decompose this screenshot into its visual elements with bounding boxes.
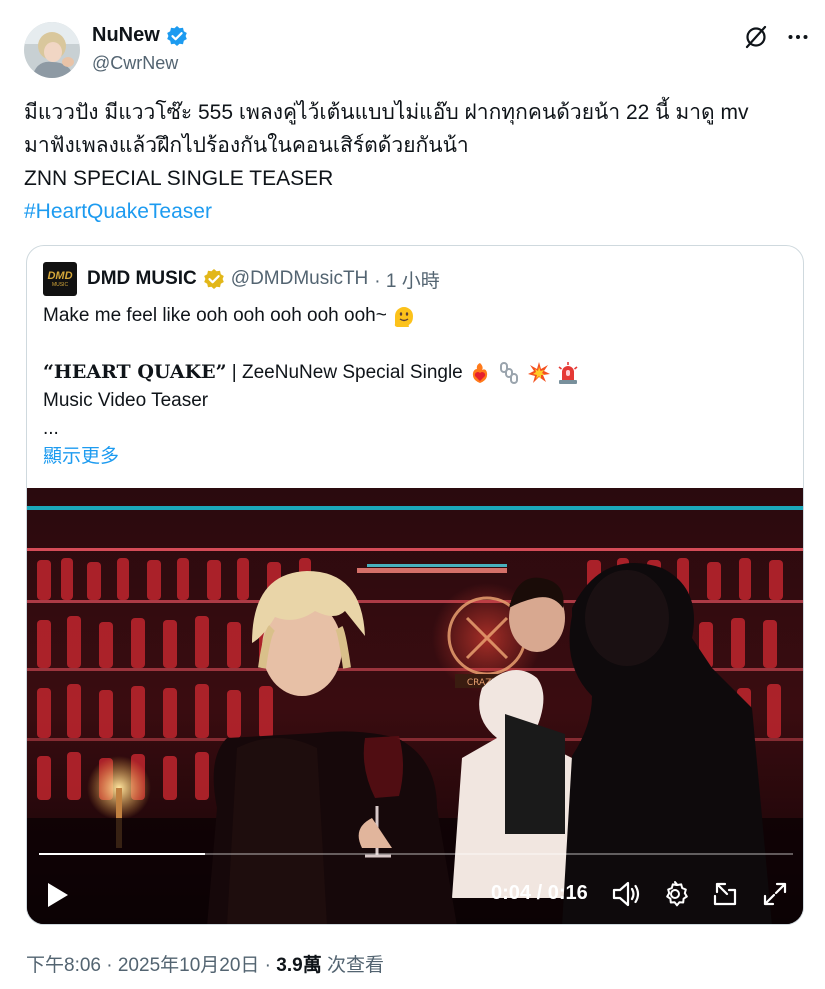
chains-emoji-icon	[500, 361, 519, 384]
tweet-text-line: ZNN SPECIAL SINGLE TEASER	[24, 167, 334, 190]
video-frame: CRAZY IN	[27, 488, 803, 924]
play-icon[interactable]	[45, 880, 71, 910]
tweet-text-line: มาฟังเพลงแล้วฝึกไปร้องกันในคอนเสิร์ตด้วย…	[24, 134, 469, 157]
police-light-emoji-icon	[558, 361, 578, 384]
quoted-author-handle[interactable]: @DMDMusicTH	[231, 268, 369, 290]
quoted-author-avatar[interactable]: DMD MUSIC	[43, 262, 77, 296]
tweet-footer: 下午8:06 · 2025年10月20日 · 3.9萬 次查看	[26, 955, 384, 976]
tweet-text: มีแววปัง มีแววโซ๊ะ 555 เพลงคู่ไว้เต้นแบบ…	[24, 96, 809, 228]
quoted-title: “HEART QUAKE”	[43, 361, 227, 383]
quoted-author-name[interactable]: DMD MUSIC	[87, 268, 197, 290]
collision-emoji-icon	[527, 361, 550, 383]
fullscreen-icon[interactable]	[761, 880, 789, 908]
quoted-tweet-body: Make me feel like ooh ooh ooh ooh ooh~ “…	[43, 302, 783, 471]
author-name-row[interactable]: NuNew	[92, 24, 188, 47]
video-progress-fill	[39, 853, 205, 855]
grok-icon[interactable]	[743, 24, 769, 50]
more-icon[interactable]	[787, 26, 809, 48]
quoted-text-line: Music Video Teaser	[43, 390, 209, 411]
header-actions	[743, 24, 809, 50]
view-count: 3.9萬	[276, 955, 322, 976]
video-time: 0:04 / 0:16	[491, 882, 588, 904]
view-label: 次查看	[321, 955, 384, 976]
quoted-tweet-card[interactable]: DMD MUSIC DMD MUSIC @DMDMusicTH · 1 小時 M…	[26, 245, 804, 925]
settings-gear-icon[interactable]	[661, 880, 689, 908]
author-name[interactable]: NuNew	[92, 24, 160, 47]
gold-verified-badge-icon	[203, 269, 224, 289]
video-progress-bar[interactable]	[39, 853, 793, 855]
picture-in-picture-icon[interactable]	[711, 880, 739, 908]
video-player[interactable]: CRAZY IN 0:04 / 0:16	[27, 488, 803, 924]
verified-badge-icon	[166, 25, 187, 46]
avatar[interactable]	[24, 22, 80, 78]
tweet-text-line: มีแววปัง มีแววโซ๊ะ 555 เพลงคู่ไว้เต้นแบบ…	[24, 101, 749, 124]
video-controls: 0:04 / 0:16	[27, 868, 803, 918]
volume-icon[interactable]	[611, 880, 641, 908]
tweet-header: NuNew @CwrNew	[24, 20, 809, 80]
quoted-ellipsis: ...	[43, 418, 59, 439]
heart-on-fire-emoji-icon	[472, 362, 488, 383]
post-timestamp[interactable]: 下午8:06 · 2025年10月20日	[26, 955, 259, 976]
author-handle[interactable]: @CwrNew	[92, 53, 178, 74]
quoted-title-rest: | ZeeNuNew Special Single	[226, 362, 463, 383]
melting-face-emoji-icon	[394, 306, 414, 327]
hashtag-link[interactable]: #HeartQuakeTeaser	[24, 195, 809, 228]
show-more-link[interactable]: 顯示更多	[43, 443, 783, 471]
quoted-timestamp[interactable]: · 1 小時	[374, 266, 439, 293]
quoted-tweet-header: DMD MUSIC DMD MUSIC @DMDMusicTH · 1 小時	[43, 262, 440, 296]
quoted-text-line: Make me feel like ooh ooh ooh ooh ooh~	[43, 305, 387, 326]
